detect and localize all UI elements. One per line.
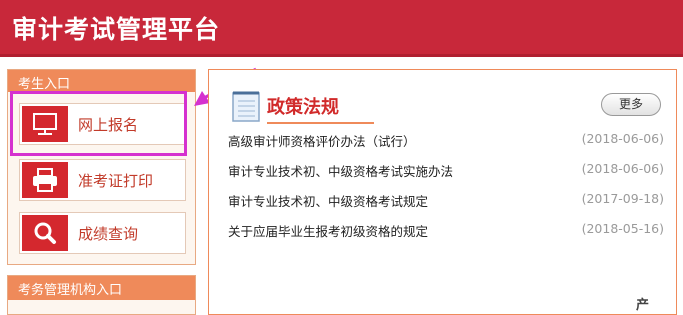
watermark: 产 (636, 298, 650, 313)
news-item-date: (2018-06-06) (581, 161, 664, 176)
score-query-button[interactable]: 成绩查询 (19, 212, 186, 254)
highlight-box (10, 91, 187, 156)
app-header: 审计考试管理平台 (0, 0, 683, 57)
news-item-date: (2018-05-16) (581, 221, 664, 236)
admin-entry-heading[interactable]: 考务管理机构入口 (8, 276, 195, 300)
news-item-title[interactable]: 关于应届毕业生报考初级资格的规定 (228, 221, 428, 240)
news-item-date: (2017-09-18) (581, 191, 664, 206)
news-item[interactable]: 审计专业技术初、中级资格考试规定 (2017-09-18) (228, 188, 664, 210)
score-query-label: 成绩查询 (78, 225, 139, 243)
policy-panel: 政策法规 更多 高级审计师资格评价办法（试行） (2018-06-06) 审计专… (208, 69, 677, 315)
news-item-title[interactable]: 审计专业技术初、中级资格考试规定 (228, 191, 428, 210)
candidate-entry-heading: 考生入口 (8, 70, 195, 92)
notebook-icon (231, 90, 261, 126)
admission-ticket-print-label: 准考证打印 (78, 172, 154, 190)
title-underline (267, 122, 374, 124)
news-item-title[interactable]: 审计专业技术初、中级资格考试实施办法 (228, 161, 453, 180)
news-item[interactable]: 高级审计师资格评价办法（试行） (2018-06-06) (228, 128, 664, 150)
news-item-date: (2018-06-06) (581, 131, 664, 146)
news-item-title[interactable]: 高级审计师资格评价办法（试行） (228, 131, 416, 150)
more-button[interactable]: 更多 (601, 93, 661, 116)
admission-ticket-print-button[interactable]: 准考证打印 (19, 159, 186, 201)
news-item[interactable]: 审计专业技术初、中级资格考试实施办法 (2018-06-06) (228, 158, 664, 180)
news-item[interactable]: 关于应届毕业生报考初级资格的规定 (2018-05-16) (228, 218, 664, 240)
admin-entry-panel: 考务管理机构入口 (7, 275, 196, 315)
app-title: 审计考试管理平台 (12, 15, 221, 44)
search-icon (22, 215, 68, 251)
printer-icon (22, 162, 68, 198)
policy-section-title: 政策法规 (267, 97, 339, 118)
